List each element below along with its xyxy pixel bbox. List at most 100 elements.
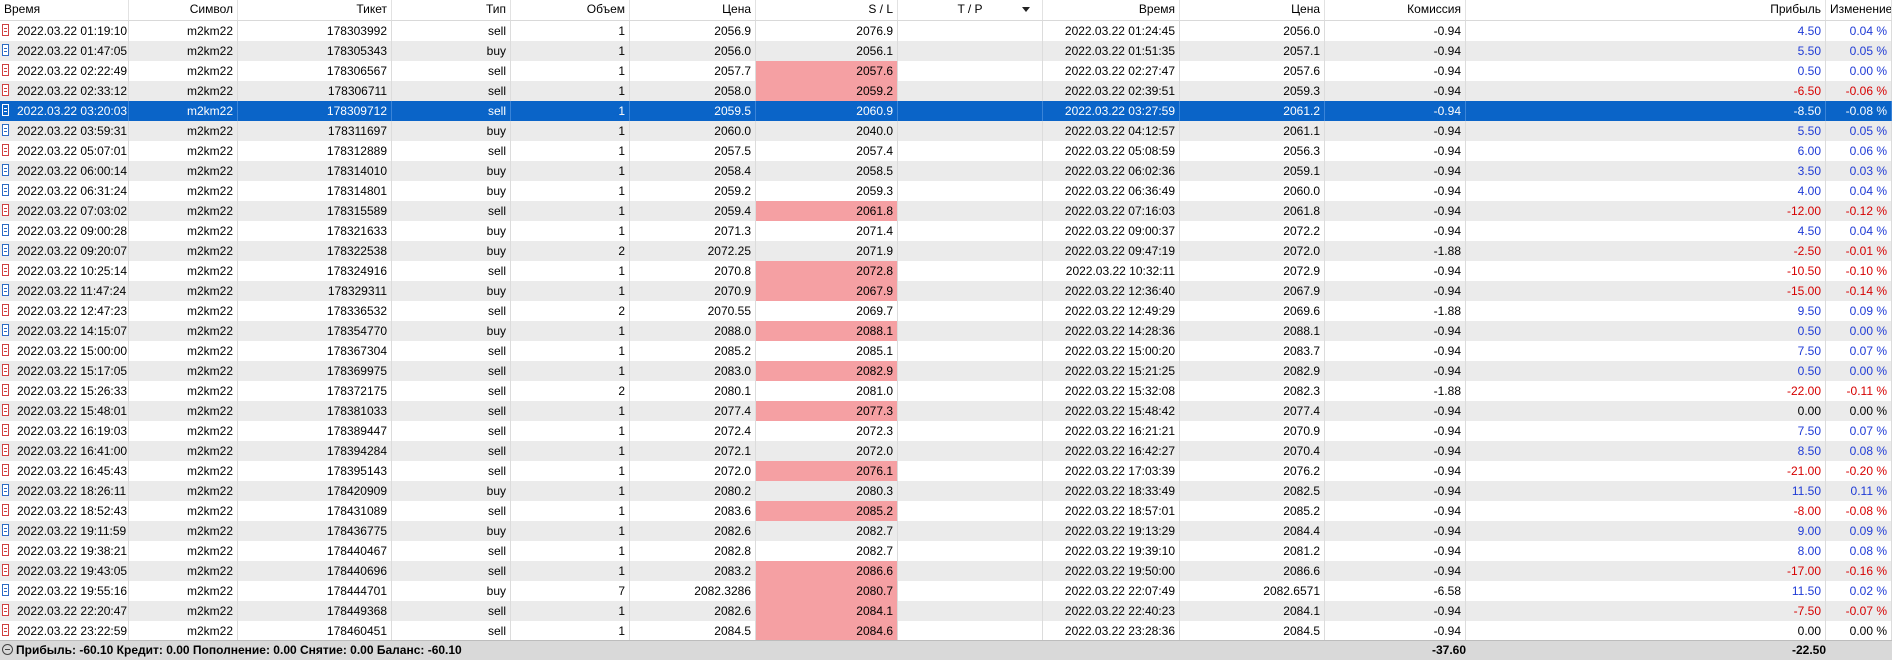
- table-row[interactable]: 2022.03.22 07:03:02 m2km22 178315589 sell 1 2…: [0, 201, 1892, 221]
- table-row[interactable]: 2022.03.22 01:19:10 m2km22 178303992 sell 1 2…: [0, 21, 1892, 41]
- column-header-price[interactable]: Цена: [630, 0, 756, 20]
- cell-volume: 1: [511, 601, 630, 621]
- table-row[interactable]: 2022.03.22 06:00:14 m2km22 178314010 buy 1 20…: [0, 161, 1892, 181]
- cell-symbol: m2km22: [129, 241, 238, 261]
- cell-close-time: 2022.03.22 19:50:00: [1043, 561, 1180, 581]
- cell-volume: 2: [511, 381, 630, 401]
- table-row[interactable]: 2022.03.22 03:20:03 m2km22 178309712 sell 1 2…: [0, 101, 1892, 121]
- cell-close-time: 2022.03.22 19:39:10: [1043, 541, 1180, 561]
- cell-price: 2059.2: [630, 181, 756, 201]
- table-row[interactable]: 2022.03.22 02:33:12 m2km22 178306711 sell 1 2…: [0, 81, 1892, 101]
- table-row[interactable]: 2022.03.22 12:47:23 m2km22 178336532 sell 2 2…: [0, 301, 1892, 321]
- table-row[interactable]: 2022.03.22 18:26:11 m2km22 178420909 buy 1 20…: [0, 481, 1892, 501]
- cell-type: buy: [392, 161, 511, 181]
- cell-type: sell: [392, 261, 511, 281]
- table-row[interactable]: 2022.03.22 19:43:05 m2km22 178440696 sell 1 2…: [0, 561, 1892, 581]
- summary-footer: Прибыль: -60.10 Кредит: 0.00 Пополнение:…: [0, 640, 1892, 660]
- column-header-open-time[interactable]: Время: [0, 0, 129, 20]
- table-row[interactable]: 2022.03.22 19:55:16 m2km22 178444701 buy 7 20…: [0, 581, 1892, 601]
- column-header-sl[interactable]: S / L: [756, 0, 898, 20]
- cell-commission: -0.94: [1325, 281, 1466, 301]
- cell-price: 2072.1: [630, 441, 756, 461]
- footer-summary: Прибыль: -60.10 Кредит: 0.00 Пополнение:…: [16, 643, 462, 657]
- cell-symbol: m2km22: [129, 261, 238, 281]
- cell-volume: 1: [511, 41, 630, 61]
- cell-close-price: 2084.4: [1180, 521, 1325, 541]
- cell-close-price: 2083.7: [1180, 341, 1325, 361]
- cell-change: 0.00 %: [1826, 401, 1892, 421]
- cell-volume: 1: [511, 261, 630, 281]
- cell-ticket: 178312889: [238, 141, 392, 161]
- cell-commission: -0.94: [1325, 541, 1466, 561]
- table-row[interactable]: 2022.03.22 19:38:21 m2km22 178440467 sell 1 2…: [0, 541, 1892, 561]
- table-row[interactable]: 2022.03.22 22:20:47 m2km22 178449368 sell 1 2…: [0, 601, 1892, 621]
- cell-close-time: 2022.03.22 02:39:51: [1043, 81, 1180, 101]
- cell-close-price: 2072.9: [1180, 261, 1325, 281]
- table-row[interactable]: 2022.03.22 15:48:01 m2km22 178381033 sell 1 2…: [0, 401, 1892, 421]
- cell-open-time: 2022.03.22 15:48:01: [0, 401, 129, 421]
- cell-change: 0.00 %: [1826, 361, 1892, 381]
- cell-open-time: 2022.03.22 15:26:33: [0, 381, 129, 401]
- column-header-profit[interactable]: Прибыль: [1466, 0, 1826, 20]
- cell-type: buy: [392, 121, 511, 141]
- column-header-type[interactable]: Тип: [392, 0, 511, 20]
- cell-symbol: m2km22: [129, 481, 238, 501]
- cell-close-time: 2022.03.22 09:47:19: [1043, 241, 1180, 261]
- cell-type: sell: [392, 541, 511, 561]
- column-header-commission[interactable]: Комиссия: [1325, 0, 1466, 20]
- table-row[interactable]: 2022.03.22 16:45:43 m2km22 178395143 sell 1 2…: [0, 461, 1892, 481]
- table-row[interactable]: 2022.03.22 02:22:49 m2km22 178306567 sell 1 2…: [0, 61, 1892, 81]
- cell-volume: 1: [511, 281, 630, 301]
- cell-volume: 1: [511, 161, 630, 181]
- table-row[interactable]: 2022.03.22 05:07:01 m2km22 178312889 sell 1 2…: [0, 141, 1892, 161]
- cell-symbol: m2km22: [129, 501, 238, 521]
- cell-tp: [898, 381, 1043, 401]
- table-row[interactable]: 2022.03.22 18:52:43 m2km22 178431089 sell 1 2…: [0, 501, 1892, 521]
- table-row[interactable]: 2022.03.22 19:11:59 m2km22 178436775 buy 1 20…: [0, 521, 1892, 541]
- cell-profit: 5.50: [1466, 41, 1826, 61]
- column-header-tp[interactable]: T / P: [898, 0, 1043, 20]
- history-grid[interactable]: Время Символ Тикет Тип Объем Цена S / LT / P Вр…: [0, 0, 1892, 660]
- cell-sl: 2072.3: [756, 421, 898, 441]
- cell-change: -0.16 %: [1826, 561, 1892, 581]
- cell-close-price: 2061.1: [1180, 121, 1325, 141]
- column-header-symbol[interactable]: Символ: [129, 0, 238, 20]
- table-row[interactable]: 2022.03.22 01:47:05 m2km22 178305343 buy 1 20…: [0, 41, 1892, 61]
- table-row[interactable]: 2022.03.22 15:26:33 m2km22 178372175 sell 2 2…: [0, 381, 1892, 401]
- table-row[interactable]: 2022.03.22 09:20:07 m2km22 178322538 buy 2 20…: [0, 241, 1892, 261]
- cell-volume: 1: [511, 141, 630, 161]
- cell-tp: [898, 281, 1043, 301]
- column-header-close-time[interactable]: Время: [1043, 0, 1180, 20]
- cell-close-time: 2022.03.22 09:00:37: [1043, 221, 1180, 241]
- cell-profit: 9.50: [1466, 301, 1826, 321]
- table-row[interactable]: 2022.03.22 16:19:03 m2km22 178389447 sell 1 2…: [0, 421, 1892, 441]
- table-row[interactable]: 2022.03.22 14:15:07 m2km22 178354770 buy 1 20…: [0, 321, 1892, 341]
- collapse-icon[interactable]: [2, 644, 13, 655]
- cell-volume: 1: [511, 181, 630, 201]
- table-row[interactable]: 2022.03.22 10:25:14 m2km22 178324916 sell 1 2…: [0, 261, 1892, 281]
- cell-symbol: m2km22: [129, 461, 238, 481]
- table-row[interactable]: 2022.03.22 06:31:24 m2km22 178314801 buy 1 20…: [0, 181, 1892, 201]
- cell-symbol: m2km22: [129, 421, 238, 441]
- cell-symbol: m2km22: [129, 401, 238, 421]
- cell-type: sell: [392, 21, 511, 41]
- table-row[interactable]: 2022.03.22 15:00:00 m2km22 178367304 sell 1 2…: [0, 341, 1892, 361]
- cell-commission: -0.94: [1325, 501, 1466, 521]
- cell-symbol: m2km22: [129, 81, 238, 101]
- table-row[interactable]: 2022.03.22 23:22:59 m2km22 178460451 sell 1 2…: [0, 621, 1892, 641]
- table-row[interactable]: 2022.03.22 16:41:00 m2km22 178394284 sell 1 2…: [0, 441, 1892, 461]
- cell-type: sell: [392, 101, 511, 121]
- column-header-ticket[interactable]: Тикет: [238, 0, 392, 20]
- cell-close-price: 2084.5: [1180, 621, 1325, 641]
- cell-price: 2071.3: [630, 221, 756, 241]
- table-row[interactable]: 2022.03.22 09:00:28 m2km22 178321633 buy 1 20…: [0, 221, 1892, 241]
- table-row[interactable]: 2022.03.22 15:17:05 m2km22 178369975 sell 1 2…: [0, 361, 1892, 381]
- column-header-volume[interactable]: Объем: [511, 0, 630, 20]
- cell-commission: -0.94: [1325, 201, 1466, 221]
- column-header-close-price[interactable]: Цена: [1180, 0, 1325, 20]
- cell-sl: 2072.8: [756, 261, 898, 281]
- cell-close-time: 2022.03.22 16:21:21: [1043, 421, 1180, 441]
- column-header-change[interactable]: Изменение: [1826, 0, 1892, 20]
- table-row[interactable]: 2022.03.22 03:59:31 m2km22 178311697 buy 1 20…: [0, 121, 1892, 141]
- table-row[interactable]: 2022.03.22 11:47:24 m2km22 178329311 buy 1 20…: [0, 281, 1892, 301]
